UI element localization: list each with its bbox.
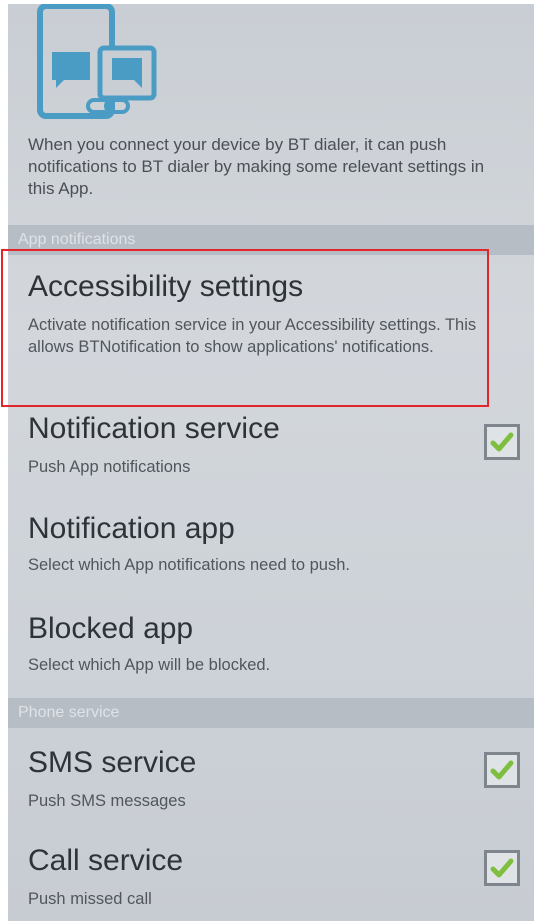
pref-notification-service[interactable]: Notification service Push App notificati… (8, 406, 534, 506)
checkmark-icon (490, 858, 514, 878)
pref-title: Blocked app (28, 612, 194, 645)
settings-screen: When you connect your device by BT diale… (8, 4, 534, 921)
pref-title: SMS service (28, 746, 197, 779)
sms-service-checkbox[interactable] (484, 752, 520, 788)
pref-summary: Push missed call (28, 890, 152, 908)
device-link-illustration-icon (26, 4, 171, 122)
pref-summary: Push SMS messages (28, 792, 186, 810)
pref-summary: Select which App will be blocked. (28, 656, 271, 674)
intro-description: When you connect your device by BT diale… (28, 135, 485, 198)
call-service-checkbox[interactable] (484, 850, 520, 886)
pref-title: Call service (28, 844, 184, 877)
checkmark-icon (490, 760, 514, 780)
pref-call-service[interactable]: Call service Push missed call (8, 830, 534, 921)
pref-summary: Push App notifications (28, 458, 191, 476)
pref-blocked-app[interactable]: Blocked app Select which App will be blo… (8, 606, 534, 698)
section-header-phone-service: Phone service (8, 698, 534, 728)
pref-sms-service[interactable]: SMS service Push SMS messages (8, 730, 534, 830)
pref-notification-app[interactable]: Notification app Select which App notifi… (8, 506, 534, 606)
pref-title: Notification service (28, 412, 280, 445)
checkmark-icon (490, 432, 514, 452)
highlight-box (1, 249, 489, 407)
pref-title: Notification app (28, 512, 235, 545)
pref-summary: Select which App notifications need to p… (28, 556, 350, 574)
notification-service-checkbox[interactable] (484, 424, 520, 460)
